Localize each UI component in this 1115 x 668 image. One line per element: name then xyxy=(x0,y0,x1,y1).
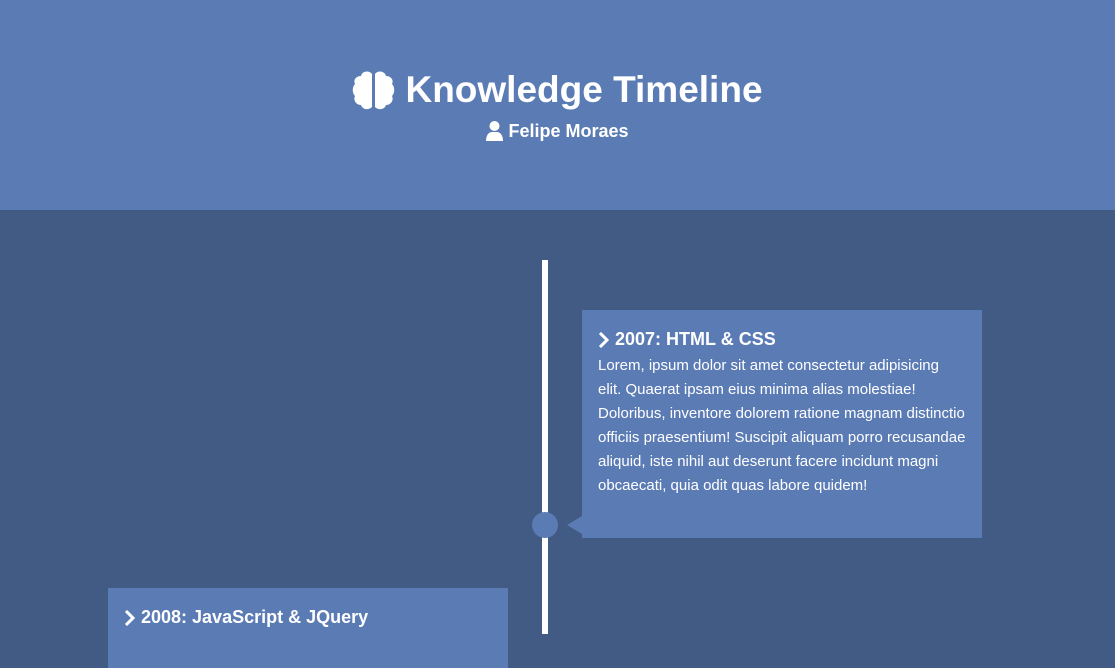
card-title-text: 2008: JavaScript & JQuery xyxy=(141,607,369,627)
brain-icon xyxy=(352,70,395,110)
timeline-card-2007: 2007: HTML & CSS Lorem, ipsum dolor sit … xyxy=(582,310,982,538)
title-row: Knowledge Timeline xyxy=(0,68,1115,112)
card-title-text: 2007: HTML & CSS xyxy=(615,329,776,349)
timeline-dot xyxy=(532,512,558,538)
page-title: Knowledge Timeline xyxy=(405,69,763,110)
card-pointer xyxy=(567,516,582,534)
card-body: Lorem, ipsum dolor sit amet consectetur … xyxy=(598,357,966,494)
author-row: Felipe Moraes xyxy=(0,119,1115,143)
author-name: Felipe Moraes xyxy=(508,121,629,141)
timeline-line xyxy=(542,260,548,634)
timeline-card-2008: 2008: JavaScript & JQuery xyxy=(108,588,508,668)
card-title: 2008: JavaScript & JQuery xyxy=(124,606,492,628)
chevron-right-icon xyxy=(598,331,610,349)
user-icon xyxy=(486,121,504,141)
page-header: Knowledge Timeline Felipe Moraes xyxy=(0,0,1115,210)
chevron-right-icon xyxy=(124,609,136,627)
card-title: 2007: HTML & CSS xyxy=(598,328,966,350)
